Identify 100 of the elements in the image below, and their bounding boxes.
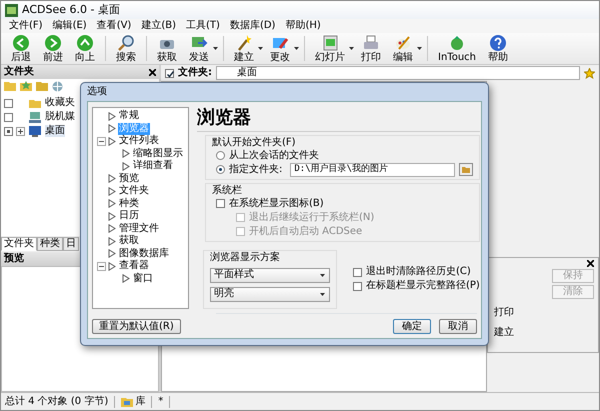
close-icon[interactable] <box>149 68 156 76</box>
toolbar-button[interactable]: 帮助 <box>482 33 514 64</box>
page-heading: 浏览器 <box>197 107 251 128</box>
panel-item[interactable]: 打印 <box>492 307 514 319</box>
slides-icon <box>321 34 339 52</box>
group-label: 默认开始文件夹(F) <box>212 136 297 149</box>
select-value: 平面样式 <box>214 269 254 282</box>
checkbox[interactable] <box>4 126 13 136</box>
caret-icon <box>319 290 326 298</box>
caret-icon[interactable] <box>212 45 219 52</box>
expand-icon[interactable] <box>16 126 25 136</box>
close-icon[interactable] <box>587 260 594 267</box>
option-label: 开机后自动启动 ACDSee <box>249 226 362 238</box>
cancel-button[interactable]: 取消 <box>439 319 477 334</box>
tree-item[interactable]: 缩略图显示 <box>132 148 184 160</box>
tree-item[interactable]: 收藏夹 <box>45 97 75 109</box>
tree-item[interactable]: 日历 <box>118 210 140 222</box>
collapse-icon[interactable] <box>97 136 106 146</box>
search-icon <box>117 34 135 52</box>
menu-item[interactable]: 建立(B) <box>141 20 176 32</box>
menu-item[interactable]: 帮助(H) <box>285 20 321 32</box>
printer-icon <box>362 34 380 52</box>
caret-icon[interactable] <box>293 45 300 52</box>
address-field[interactable]: 桌面 <box>216 66 580 80</box>
checkbox[interactable] <box>353 282 362 291</box>
checkbox[interactable] <box>353 268 362 277</box>
option-label: 退出后继续运行于系统栏(N) <box>249 212 374 224</box>
menu-item[interactable]: 编辑(E) <box>52 20 87 32</box>
window-title: ACDSee 6.0 - 桌面 <box>22 3 120 17</box>
option-label: 从上次会话的文件夹 <box>229 150 319 162</box>
app-icon <box>5 4 18 16</box>
toolbar-button[interactable]: 建立 <box>228 33 260 64</box>
toolbar-button[interactable]: 幻灯片 <box>309 33 351 64</box>
caret-icon[interactable] <box>257 45 264 52</box>
status-text: 库 <box>135 396 146 408</box>
group-label: 系统栏 <box>212 184 243 197</box>
tree-item[interactable]: 管理文件 <box>118 222 160 235</box>
ok-button[interactable]: 确定 <box>393 319 431 334</box>
tree-item[interactable]: 窗口 <box>132 272 154 285</box>
radio-button[interactable] <box>216 165 225 174</box>
library-icon <box>121 396 134 406</box>
forward-icon <box>44 34 62 52</box>
browse-folder-icon[interactable] <box>458 163 473 176</box>
toolbar-button[interactable]: 搜索 <box>110 33 142 64</box>
group-label: 浏览器显示方案 <box>210 252 281 264</box>
caret-icon[interactable] <box>416 45 423 52</box>
address-label: 文件夹: <box>178 67 212 79</box>
menu-item[interactable]: 文件(F) <box>9 20 43 32</box>
toolbar-button[interactable]: 打印 <box>355 33 387 64</box>
toolbar-button[interactable]: 后退 <box>5 33 37 64</box>
up-icon <box>76 34 94 52</box>
checkbox[interactable] <box>165 68 174 78</box>
checkbox[interactable] <box>216 199 225 208</box>
help-icon <box>489 34 507 52</box>
toolbar-button[interactable]: 获取 <box>151 33 183 64</box>
tree-item[interactable]: 种类 <box>118 198 140 210</box>
menu-item[interactable]: 工具(T) <box>186 20 220 32</box>
toolbar-button[interactable]: InTouch <box>432 33 482 64</box>
pane-title: 文件夹 <box>4 66 34 78</box>
tree-item[interactable]: 详细查看 <box>132 160 174 172</box>
reset-defaults-button[interactable]: 重置为默认值(R) <box>92 319 181 334</box>
tree-item[interactable]: 脱机媒 <box>45 111 75 123</box>
tree-item[interactable]: 图像数据库 <box>118 248 170 260</box>
select-field[interactable]: 平面样式 <box>210 268 330 283</box>
computer-icon <box>28 110 42 124</box>
option-label: 在系统栏显示图标(B) <box>229 198 324 210</box>
path-field[interactable]: D:\用户目录\我的图片 <box>290 162 455 177</box>
palette-icon <box>394 34 412 52</box>
tree-item[interactable]: 查看器 <box>118 260 150 272</box>
tree-item[interactable]: 桌面 <box>45 125 65 137</box>
tree-item[interactable]: 文件列表 <box>118 135 160 148</box>
tree-item[interactable]: 预览 <box>118 172 140 185</box>
toolbar-button[interactable]: 向上 <box>69 33 101 64</box>
caret-icon[interactable] <box>348 45 355 52</box>
tree-item[interactable]: 获取 <box>118 235 140 248</box>
star-icon[interactable] <box>584 68 595 78</box>
menu-item[interactable]: 查看(V) <box>96 20 132 32</box>
tree-item[interactable]: 文件夹 <box>118 185 150 198</box>
checkbox[interactable] <box>4 98 13 108</box>
tab[interactable]: 种类 <box>37 237 63 251</box>
tree-item[interactable]: 常规 <box>118 110 140 122</box>
select-field[interactable]: 明亮 <box>210 286 330 302</box>
select-value: 明亮 <box>214 288 234 300</box>
toolbar-button[interactable]: 更改 <box>264 33 296 64</box>
toolbar-button[interactable]: 编辑 <box>387 33 419 64</box>
star-folder-icon[interactable] <box>20 81 32 91</box>
radio-button[interactable] <box>216 151 225 160</box>
toolbar-button[interactable]: 发送 <box>183 33 215 64</box>
checkbox[interactable] <box>4 112 13 122</box>
wand-icon <box>235 34 253 52</box>
status-text: * <box>158 396 164 408</box>
collapse-icon[interactable] <box>97 262 106 271</box>
option-label: 指定文件夹: <box>229 164 282 176</box>
menu-item[interactable]: 数据库(D) <box>230 20 276 32</box>
toolbar-button[interactable]: 前进 <box>37 33 69 64</box>
pane-title: 预览 <box>4 253 24 265</box>
panel-item[interactable]: 建立 <box>492 327 514 339</box>
caret-icon <box>319 272 326 279</box>
tab[interactable]: 文件夹 <box>1 237 37 251</box>
tab[interactable]: 日 <box>63 237 79 251</box>
